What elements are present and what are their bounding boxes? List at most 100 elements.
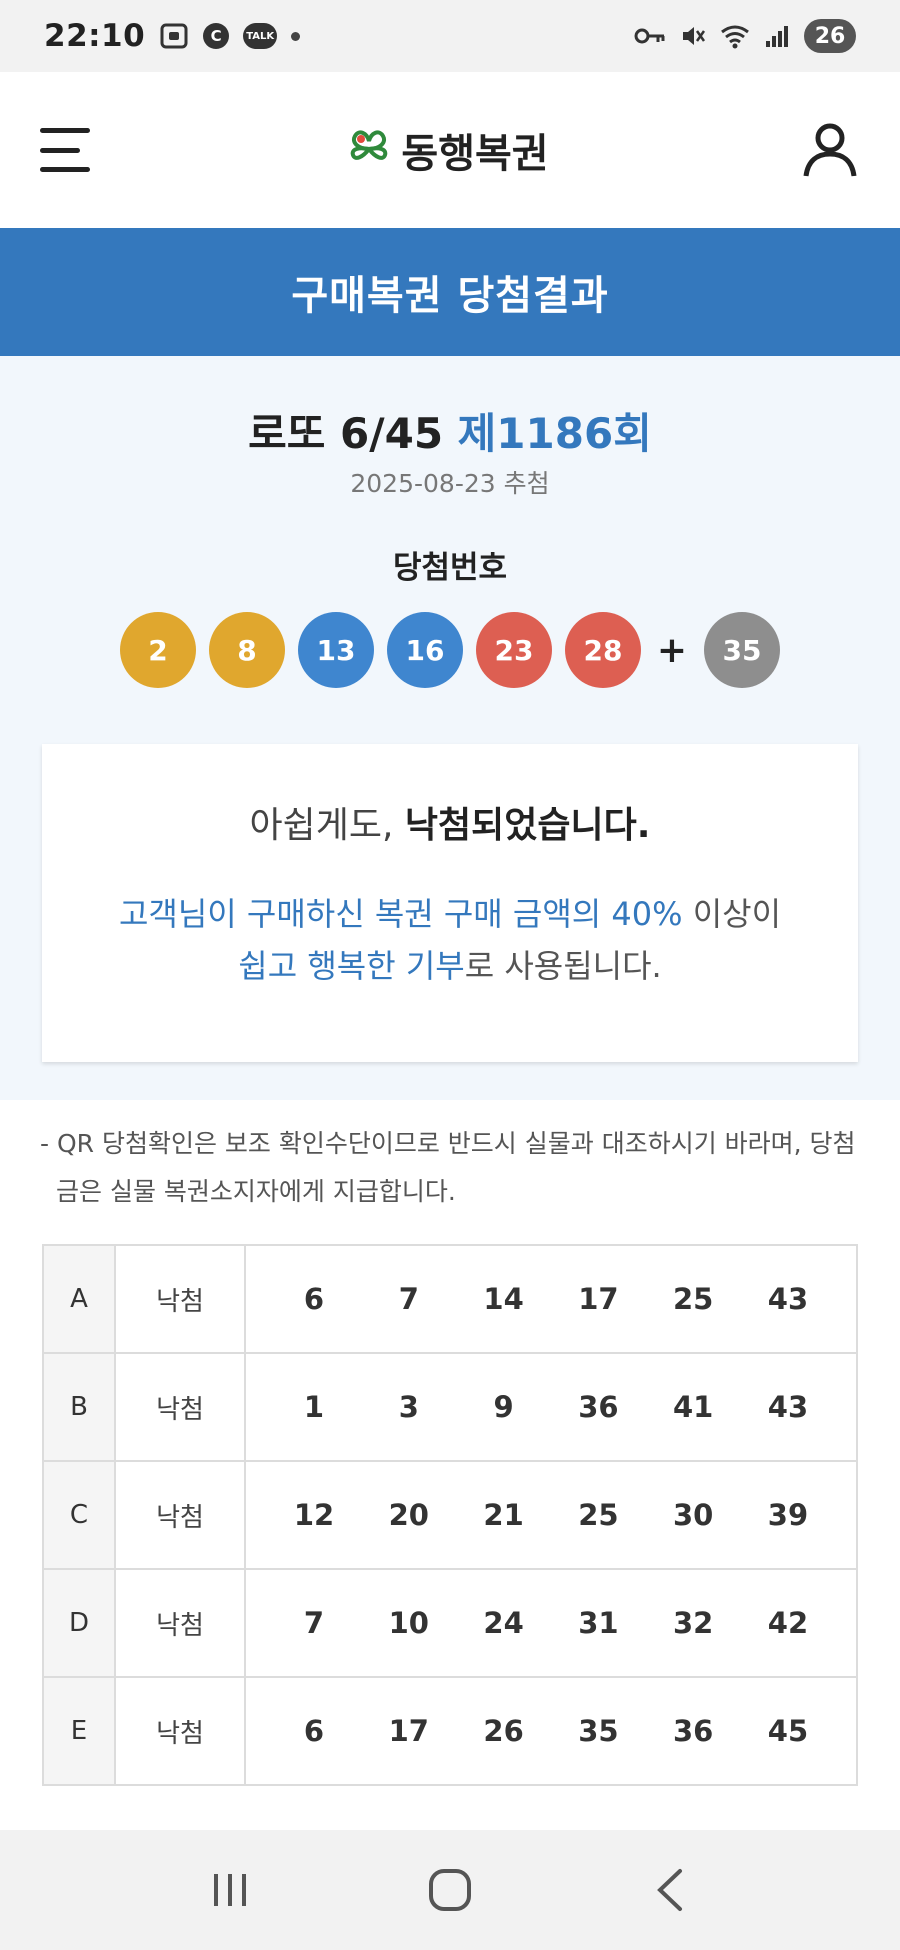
ticket-number: 7	[398, 1282, 419, 1316]
ticket-number: 30	[673, 1498, 714, 1532]
draw-round: 제1186회	[457, 409, 652, 458]
result-area: 로또 6/45 제1186회 2025-08-23 추첨 당첨번호 2 8 13…	[0, 356, 900, 1100]
menu-line	[40, 128, 90, 133]
clover-logo-icon	[351, 130, 388, 160]
screenshot-icon	[159, 22, 189, 50]
game-numbers: 6 7 14 17 25 43	[244, 1244, 858, 1354]
ticket-number: 1	[303, 1390, 325, 1424]
signal-icon	[764, 23, 790, 49]
ticket-number: 21	[483, 1498, 524, 1532]
result-message: 아쉽게도, 낙첨되었습니다.	[42, 796, 858, 848]
user-icon[interactable]	[800, 120, 860, 180]
logo[interactable]: 동행복권	[345, 121, 549, 179]
winning-numbers: 2 8 13 16 23 28 + 35	[120, 612, 780, 688]
result-prefix: 아쉽게도,	[249, 805, 405, 846]
ticket-number: 43	[767, 1282, 809, 1316]
ticket-number: 25	[578, 1498, 619, 1532]
bonus-plus-sign: +	[656, 629, 688, 671]
ticket-number: 31	[578, 1606, 619, 1640]
ticket-number: 36	[673, 1714, 714, 1748]
back-icon[interactable]	[635, 1855, 705, 1925]
wifi-icon	[720, 23, 750, 49]
game-numbers: 7 10 24 31 32 42	[244, 1568, 858, 1678]
game-status: 낙첨	[114, 1676, 246, 1786]
page-title-banner: 구매복권 당첨결과	[0, 228, 900, 356]
winning-numbers-label: 당첨번호	[392, 550, 508, 586]
game-name: 로또 6/45	[248, 409, 444, 458]
qr-notice: - QR 당첨확인은 보조 확인수단이므로 반드시 실물과 대조하시기 바라며,…	[40, 1129, 856, 1206]
menu-line	[40, 167, 90, 172]
ticket-number: 24	[483, 1606, 524, 1640]
status-bar: 22:10 C TALK 26	[0, 0, 900, 72]
status-left: 22:10 C TALK	[44, 18, 301, 54]
donation-text: 로 사용됩니다.	[464, 947, 662, 985]
notification-dot-icon	[291, 31, 301, 41]
ticket-number: 45	[767, 1714, 809, 1748]
ticket-number: 3	[398, 1390, 419, 1424]
ticket-number: 35	[578, 1714, 619, 1748]
battery-indicator: 26	[804, 19, 856, 53]
ticket-number: 32	[673, 1606, 714, 1640]
ticket-number: 7	[303, 1606, 325, 1640]
ticket-number: 17	[578, 1282, 619, 1316]
mute-icon	[680, 23, 706, 49]
recents-icon[interactable]	[195, 1855, 265, 1925]
result-card: 아쉽게도, 낙첨되었습니다. 고객님이 구매하신 복권 구매 금액의 40% 이…	[42, 744, 858, 1062]
donation-text: 이상이	[682, 895, 782, 933]
home-icon[interactable]	[415, 1855, 485, 1925]
kakaotalk-icon: TALK	[243, 23, 278, 49]
ticket-number: 6	[303, 1714, 325, 1748]
winning-ball: 23	[476, 612, 552, 688]
ticket-number: 14	[483, 1282, 524, 1316]
game-label: A	[42, 1244, 116, 1354]
game-status: 낙첨	[114, 1460, 246, 1570]
donation-highlight: 쉽고 행복한 기부	[238, 947, 465, 985]
logo-text: 동행복권	[401, 131, 549, 177]
hamburger-menu-icon[interactable]	[40, 128, 94, 172]
game-label: D	[42, 1568, 116, 1678]
bonus-ball: 35	[704, 612, 780, 688]
ticket-number: 36	[578, 1390, 619, 1424]
ticket-number: 10	[388, 1606, 429, 1640]
game-numbers: 1 3 9 36 41 43	[244, 1352, 858, 1462]
ticket-number: 9	[493, 1390, 514, 1424]
winning-ball: 8	[209, 612, 285, 688]
winning-ball: 16	[387, 612, 463, 688]
vpn-key-icon	[634, 26, 666, 46]
draw-title: 로또 6/45 제1186회	[0, 400, 900, 461]
winning-ball: 2	[120, 612, 196, 688]
ticket-number: 39	[767, 1498, 809, 1532]
ticket-table: A 낙첨 6 7 14 17 25 43 B 낙첨 1 3 9 36 41 43…	[42, 1244, 858, 1786]
table-row: B 낙첨 1 3 9 36 41 43	[42, 1352, 858, 1462]
ticket-number: 26	[483, 1714, 524, 1748]
result-status: 낙첨되었습니다.	[404, 805, 651, 846]
game-status: 낙첨	[114, 1244, 246, 1354]
ticket-number: 43	[767, 1390, 809, 1424]
table-row: C 낙첨 12 20 21 25 30 39	[42, 1460, 858, 1570]
ticket-number: 12	[293, 1498, 335, 1532]
winning-ball: 28	[565, 612, 641, 688]
status-right: 26	[634, 19, 856, 53]
ticket-number: 42	[767, 1606, 809, 1640]
game-numbers: 6 17 26 35 36 45	[244, 1676, 858, 1786]
game-status: 낙첨	[114, 1568, 246, 1678]
page-title: 구매복권 당첨결과	[291, 273, 609, 319]
table-row: A 낙첨 6 7 14 17 25 43	[42, 1244, 858, 1354]
c-app-icon: C	[203, 23, 230, 49]
draw-date: 2025-08-23 추첨	[350, 469, 550, 498]
game-status: 낙첨	[114, 1352, 246, 1462]
app-header: 동행복권	[0, 72, 900, 228]
ticket-number: 6	[303, 1282, 325, 1316]
ticket-number: 41	[673, 1390, 714, 1424]
system-nav-bar	[0, 1830, 900, 1950]
status-time: 22:10	[44, 18, 146, 54]
game-label: C	[42, 1460, 116, 1570]
table-row: E 낙첨 6 17 26 35 36 45	[42, 1676, 858, 1786]
ticket-number: 17	[388, 1714, 429, 1748]
game-numbers: 12 20 21 25 30 39	[244, 1460, 858, 1570]
ticket-number: 25	[673, 1282, 714, 1316]
donation-message: 고객님이 구매하신 복권 구매 금액의 40% 이상이 쉽고 행복한 기부로 사…	[42, 888, 858, 992]
ticket-number: 20	[388, 1498, 429, 1532]
game-label: B	[42, 1352, 116, 1462]
game-label: E	[42, 1676, 116, 1786]
